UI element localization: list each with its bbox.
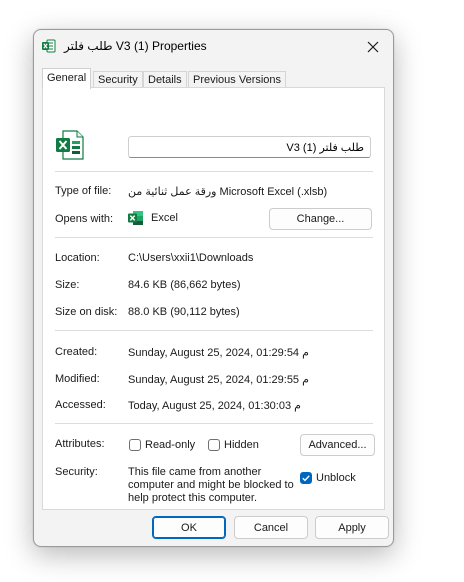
change-button[interactable]: Change... xyxy=(269,208,372,230)
close-icon xyxy=(367,41,379,53)
accessed-value: Today, August 25, 2024, 01:30:03 م xyxy=(128,400,301,412)
type-label: Type of file: xyxy=(55,185,112,197)
opens-with-label: Opens with: xyxy=(55,213,114,225)
file-name-input[interactable] xyxy=(128,136,371,158)
separator xyxy=(55,237,373,238)
accessed-label: Accessed: xyxy=(55,399,106,411)
location-value: C:\Users\xxii1\Downloads xyxy=(128,252,254,264)
modified-value: Sunday, August 25, 2024, 01:29:55 م xyxy=(128,374,309,386)
advanced-button[interactable]: Advanced... xyxy=(300,434,375,456)
location-label: Location: xyxy=(55,252,100,264)
excel-file-icon xyxy=(56,130,84,160)
created-label: Created: xyxy=(55,346,98,358)
tab-details[interactable]: Details xyxy=(143,71,187,88)
size-on-disk-value: 88.0 KB (90,112 bytes) xyxy=(128,306,240,318)
size-on-disk-label: Size on disk: xyxy=(55,306,118,318)
window-title: طلب فلتر V3 (1) Properties xyxy=(64,39,207,53)
unblock-checkbox[interactable] xyxy=(300,472,312,484)
tab-previous-versions[interactable]: Previous Versions xyxy=(188,71,287,88)
read-only-label[interactable]: Read-only xyxy=(145,439,195,451)
excel-app-icon xyxy=(128,211,143,225)
security-text-line3: help protect this computer. xyxy=(128,492,258,504)
general-panel: Type of file: ورقة عمل ثنائية من Microso… xyxy=(42,87,385,510)
security-text-line2: computer and might be blocked to xyxy=(128,479,294,491)
unblock-label[interactable]: Unblock xyxy=(316,472,356,484)
excel-icon xyxy=(42,39,56,53)
modified-label: Modified: xyxy=(55,373,100,385)
close-button[interactable] xyxy=(357,34,389,60)
cancel-button[interactable]: Cancel xyxy=(234,516,308,539)
tab-general[interactable]: General xyxy=(42,68,92,89)
size-value: 84.6 KB (86,662 bytes) xyxy=(128,279,241,291)
separator xyxy=(55,423,373,424)
opens-with-value: Excel xyxy=(151,212,178,224)
ok-button[interactable]: OK xyxy=(152,516,226,539)
read-only-checkbox[interactable] xyxy=(129,439,141,451)
apply-button[interactable]: Apply xyxy=(315,516,389,539)
hidden-checkbox[interactable] xyxy=(208,439,220,451)
properties-dialog: طلب فلتر V3 (1) Properties General Secur… xyxy=(33,29,394,547)
tab-security[interactable]: Security xyxy=(93,71,143,88)
title-bar: طلب فلتر V3 (1) Properties xyxy=(34,30,393,62)
separator xyxy=(55,330,373,331)
attributes-label: Attributes: xyxy=(55,438,105,450)
hidden-label[interactable]: Hidden xyxy=(224,439,259,451)
security-text-line1: This file came from another xyxy=(128,466,262,478)
created-value: Sunday, August 25, 2024, 01:29:54 م xyxy=(128,347,309,359)
security-label: Security: xyxy=(55,466,98,478)
separator xyxy=(55,171,373,172)
size-label: Size: xyxy=(55,279,80,291)
checkmark-icon xyxy=(302,475,310,482)
type-value: ورقة عمل ثنائية من Microsoft Excel (.xls… xyxy=(128,186,328,198)
